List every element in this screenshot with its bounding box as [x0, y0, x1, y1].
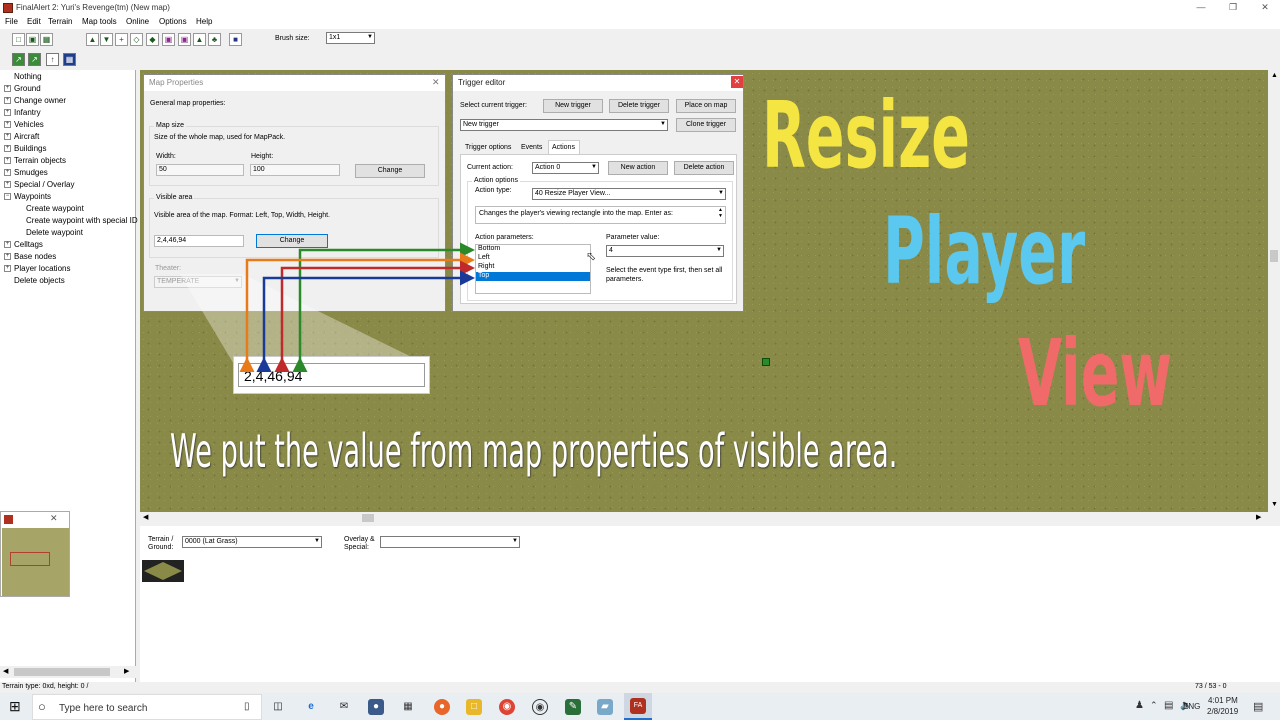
search-icon: ○	[38, 699, 46, 714]
file-explorer-icon[interactable]: □	[466, 699, 482, 715]
firefox-icon[interactable]: ●	[434, 699, 450, 715]
status-bar: Terrain type: 0xd, height: 0 / 73 / 53 -…	[0, 682, 1280, 693]
store-icon[interactable]: ▦	[400, 699, 416, 715]
arrow-left	[239, 252, 475, 372]
finalalert-taskbar-button[interactable]: FA	[624, 693, 652, 720]
terrain-panel: Terrain / Ground: 0000 (Lat Grass) ▼ Over…	[140, 526, 1280, 682]
overlay-word-view: View	[1018, 320, 1173, 427]
network-icon[interactable]: ▤	[1164, 700, 1173, 711]
terrain-label: Terrain / Ground:	[148, 536, 174, 551]
status-right: 73 / 53 - 0	[1195, 683, 1227, 690]
clock-time[interactable]: 4:01 PM	[1208, 696, 1238, 705]
overlay-caption: We put the value from map properties of …	[170, 424, 898, 478]
chevron-down-icon: ▼	[314, 538, 320, 544]
overlay-special-label: Overlay & Special:	[344, 536, 375, 551]
tile-diamond	[144, 562, 182, 580]
tray-chevron-icon[interactable]: ⌃	[1150, 700, 1158, 711]
terrain-value: 0000 (Lat Grass)	[185, 538, 238, 545]
chevron-down-icon: ▼	[512, 538, 518, 544]
windows-start-icon[interactable]: ⊞	[9, 698, 21, 715]
obs-icon[interactable]: ◉	[532, 699, 548, 715]
taskbar: ⊞ ○ Type here to search ▯ ◫ e ✉ ● ▦ ● □ …	[0, 693, 1280, 720]
clock-date[interactable]: 2/8/2019	[1207, 707, 1238, 716]
overlay-word-resize: Resize	[762, 82, 971, 189]
taskbar-search-box[interactable]: ○ Type here to search ▯	[32, 694, 262, 720]
arrow-right	[274, 260, 475, 372]
edge-browser-icon[interactable]: e	[303, 699, 319, 715]
mail-icon[interactable]: ✉	[336, 699, 352, 715]
finalalert-icon: FA	[630, 698, 646, 714]
search-placeholder: Type here to search	[59, 703, 148, 714]
language-indicator[interactable]: ENG	[1183, 702, 1200, 711]
people-icon[interactable]: ♟	[1135, 700, 1144, 711]
overlay-special-select[interactable]: ▼	[380, 536, 520, 548]
arrow-top	[256, 270, 475, 372]
status-left: Terrain type: 0xd, height: 0 /	[2, 683, 89, 690]
tile-thumbnail[interactable]	[142, 560, 184, 582]
task-view-icon[interactable]: ◫	[270, 699, 286, 715]
notifications-icon[interactable]: ▤	[1253, 700, 1263, 713]
app-icon-4[interactable]: ●	[368, 699, 384, 715]
terrain-select[interactable]: 0000 (Lat Grass) ▼	[182, 536, 322, 548]
notepad-plus-icon[interactable]: ✎	[565, 699, 581, 715]
overlay-word-player: Player	[883, 198, 1086, 305]
chrome-icon[interactable]: ◉	[499, 699, 515, 715]
microphone-icon[interactable]: ▯	[244, 701, 250, 712]
app-icon-11[interactable]: ▰	[597, 699, 613, 715]
